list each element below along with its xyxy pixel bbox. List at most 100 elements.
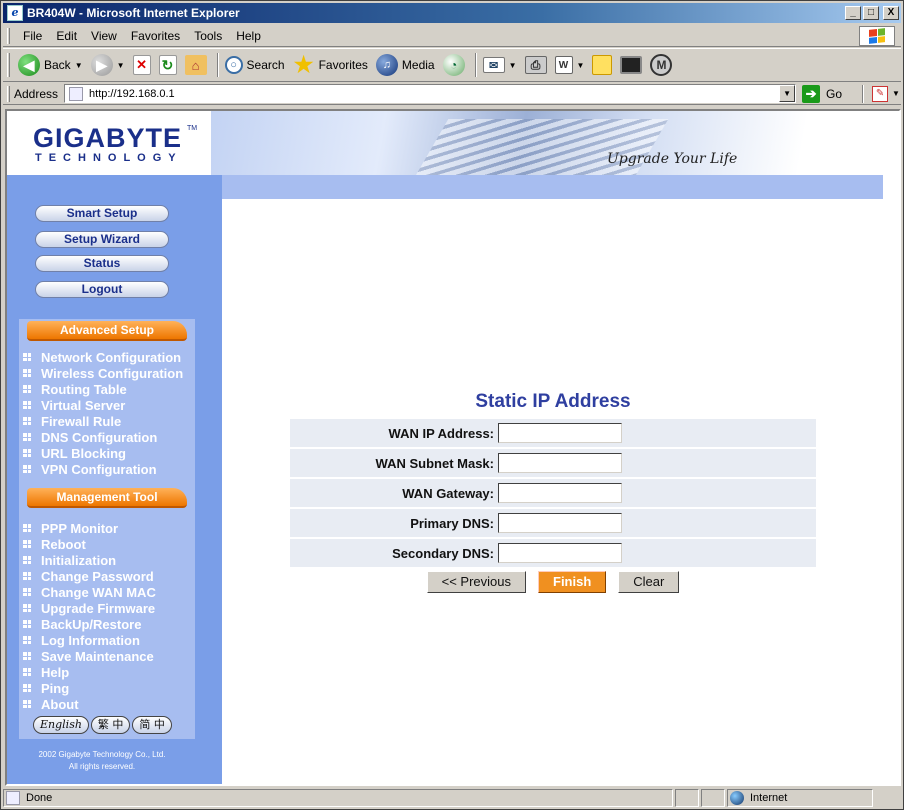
address-url[interactable]: http://192.168.0.1 xyxy=(89,88,175,100)
page-viewport: GIGABYTE TM TECHNOLOGY Upgrade Your Life… xyxy=(5,109,901,786)
secondary-dns-input[interactable] xyxy=(498,543,622,563)
history-button[interactable]: ◔ xyxy=(441,51,467,79)
finish-button[interactable]: Finish xyxy=(538,571,607,593)
minimize-button[interactable]: _ xyxy=(845,6,861,20)
gateway-input[interactable] xyxy=(498,483,622,503)
status-pane xyxy=(675,789,699,807)
nav-firewall-rule[interactable]: Firewall Rule xyxy=(23,413,183,429)
gigabyte-logo[interactable]: GIGABYTE TM TECHNOLOGY xyxy=(7,111,211,175)
bullet-icon xyxy=(23,524,31,532)
nav-help[interactable]: Help xyxy=(23,664,156,680)
address-input[interactable]: http://192.168.0.1 ▼ xyxy=(64,84,797,103)
nav-backup-restore[interactable]: BackUp/Restore xyxy=(23,616,156,632)
address-dropdown-icon[interactable]: ▼ xyxy=(779,85,796,102)
stop-button[interactable]: ✕ xyxy=(131,51,153,79)
wan-ip-label: WAN IP Address: xyxy=(388,425,494,441)
back-dropdown-icon[interactable]: ▼ xyxy=(75,61,83,70)
favorites-button[interactable]: ★ Favorites xyxy=(291,51,370,79)
forward-arrow-icon: ▶ xyxy=(90,54,113,76)
bullet-icon xyxy=(23,401,31,409)
lang-traditional-chinese-button[interactable]: 繁 中 xyxy=(90,716,131,734)
nav-change-password[interactable]: Change Password xyxy=(23,568,156,584)
form-row-gateway: WAN Gateway: xyxy=(290,479,816,509)
nav-save-maintenance[interactable]: Save Maintenance xyxy=(23,648,156,664)
back-button[interactable]: ◀ Back ▼ xyxy=(16,51,85,79)
go-button[interactable]: ➔ Go xyxy=(802,84,842,103)
toolbar-separator xyxy=(216,53,219,77)
menu-edit[interactable]: Edit xyxy=(49,29,84,43)
copyright-line-1: 2002 Gigabyte Technology Co., Ltd. xyxy=(38,750,166,759)
refresh-button[interactable]: ↻ xyxy=(157,51,179,79)
clear-button[interactable]: Clear xyxy=(618,571,680,593)
bullet-icon xyxy=(23,556,31,564)
word-edit-icon: W xyxy=(554,56,573,74)
nav-reboot[interactable]: Reboot xyxy=(23,536,156,552)
nav-ppp-monitor[interactable]: PPP Monitor xyxy=(23,520,156,536)
bullet-icon xyxy=(23,684,31,692)
menu-tools[interactable]: Tools xyxy=(187,29,229,43)
nav-network-configuration[interactable]: Network Configuration xyxy=(23,349,183,365)
internet-globe-icon xyxy=(730,791,744,805)
logout-button[interactable]: Logout xyxy=(35,281,169,298)
maximize-button[interactable]: □ xyxy=(863,6,879,20)
forward-dropdown-icon[interactable]: ▼ xyxy=(117,61,125,70)
toolbar-grip xyxy=(7,53,10,77)
home-button[interactable]: ⌂ xyxy=(183,51,209,79)
extra-button[interactable]: M xyxy=(648,51,674,79)
nav-wireless-configuration[interactable]: Wireless Configuration xyxy=(23,365,183,381)
nav-initialization[interactable]: Initialization xyxy=(23,552,156,568)
lang-simplified-chinese-button[interactable]: 简 中 xyxy=(132,716,172,734)
status-button[interactable]: Status xyxy=(35,255,169,272)
subnet-mask-input[interactable] xyxy=(498,453,622,473)
print-icon: ⎙ xyxy=(524,56,547,74)
standard-toolbar: ◀ Back ▼ ▶ ▼ ✕ ↻ ⌂ ○ Search ★ Favorites … xyxy=(3,48,901,82)
bullet-icon xyxy=(23,433,31,441)
messenger-button[interactable] xyxy=(618,51,644,79)
menu-favorites[interactable]: Favorites xyxy=(124,29,187,43)
nav-about[interactable]: About xyxy=(23,696,156,712)
bullet-icon xyxy=(23,449,31,457)
wan-ip-input[interactable] xyxy=(498,423,622,443)
nav-virtual-server[interactable]: Virtual Server xyxy=(23,397,183,413)
menu-view[interactable]: View xyxy=(84,29,124,43)
lang-english-button[interactable]: English xyxy=(33,716,89,734)
close-button[interactable]: X xyxy=(883,6,899,20)
pdf-links-icon[interactable]: ✎ xyxy=(872,85,889,102)
messenger-icon xyxy=(620,56,643,74)
nav-vpn-configuration[interactable]: VPN Configuration xyxy=(23,461,183,477)
nav-routing-table[interactable]: Routing Table xyxy=(23,381,183,397)
previous-button[interactable]: << Previous xyxy=(426,571,526,593)
back-label: Back xyxy=(44,58,71,72)
secondary-dns-label: Secondary DNS: xyxy=(392,545,494,561)
edit-dropdown-icon[interactable]: ▼ xyxy=(577,61,585,70)
links-dropdown-icon[interactable]: ▼ xyxy=(892,89,900,98)
menu-file[interactable]: File xyxy=(16,29,49,43)
nav-url-blocking[interactable]: URL Blocking xyxy=(23,445,183,461)
nav-ping[interactable]: Ping xyxy=(23,680,156,696)
nav-dns-configuration[interactable]: DNS Configuration xyxy=(23,429,183,445)
search-label: Search xyxy=(246,58,285,72)
nav-change-wan-mac[interactable]: Change WAN MAC xyxy=(23,584,156,600)
setup-wizard-button[interactable]: Setup Wizard xyxy=(35,231,169,248)
management-tool-list: PPP Monitor Reboot Initialization Change… xyxy=(23,520,156,712)
discuss-button[interactable] xyxy=(590,51,614,79)
bullet-icon xyxy=(23,385,31,393)
forward-button[interactable]: ▶ ▼ xyxy=(89,51,127,79)
print-button[interactable]: ⎙ xyxy=(523,51,549,79)
edit-button[interactable]: W ▼ xyxy=(553,51,587,79)
nav-log-information[interactable]: Log Information xyxy=(23,632,156,648)
form-row-subnet-mask: WAN Subnet Mask: xyxy=(290,449,816,479)
menu-help[interactable]: Help xyxy=(229,29,268,43)
media-button[interactable]: ♫ Media xyxy=(374,51,437,79)
primary-dns-input[interactable] xyxy=(498,513,622,533)
mail-button[interactable]: ✉ ▼ xyxy=(481,51,519,79)
nav-upgrade-firmware[interactable]: Upgrade Firmware xyxy=(23,600,156,616)
media-label: Media xyxy=(401,58,435,72)
smart-setup-button[interactable]: Smart Setup xyxy=(35,205,169,222)
bullet-icon xyxy=(23,588,31,596)
bullet-icon xyxy=(23,540,31,548)
refresh-icon: ↻ xyxy=(158,55,177,75)
bullet-icon xyxy=(23,417,31,425)
search-button[interactable]: ○ Search xyxy=(223,51,287,79)
mail-dropdown-icon[interactable]: ▼ xyxy=(509,61,517,70)
